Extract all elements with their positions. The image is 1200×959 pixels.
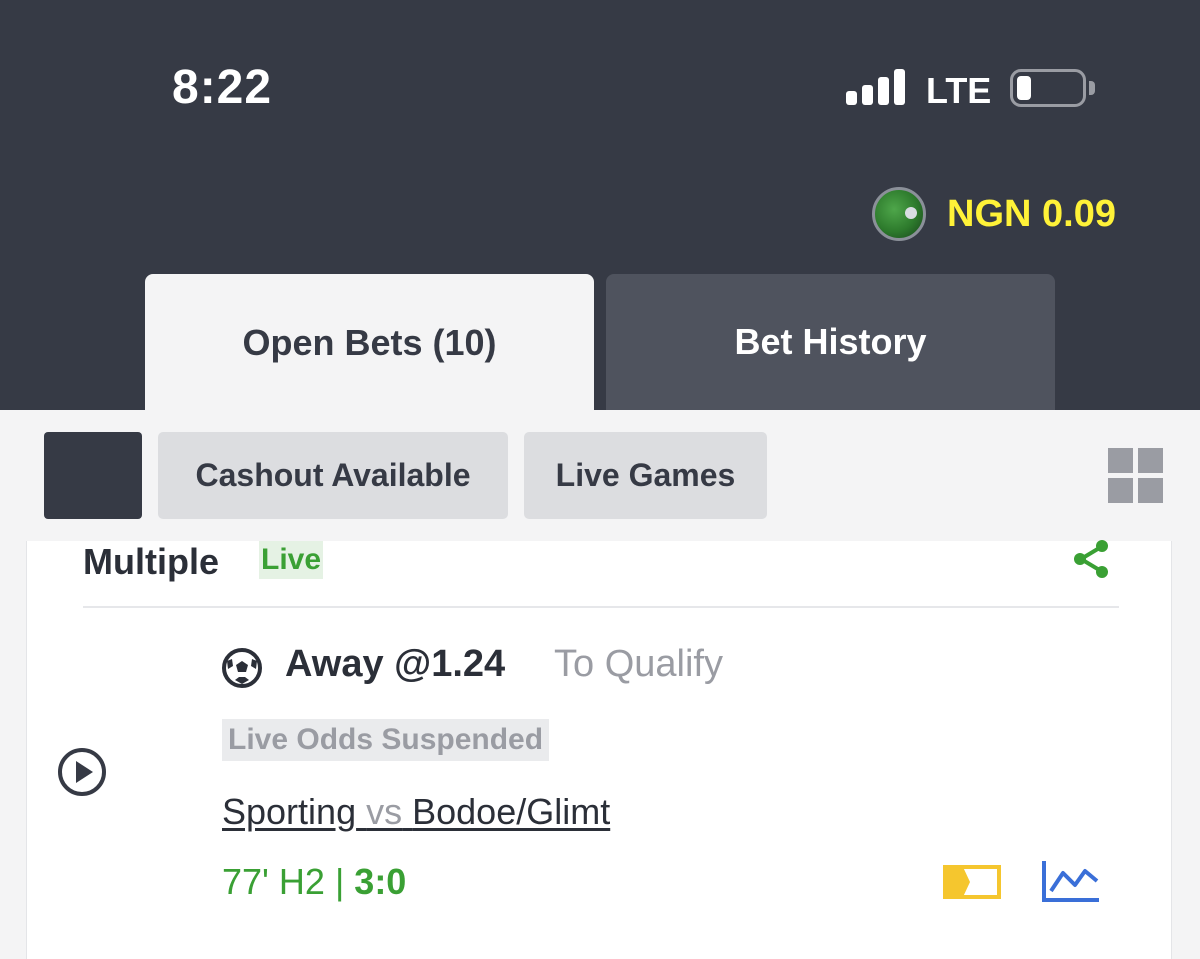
vs-label: vs: [366, 791, 403, 832]
match-time: 77' H2 |: [222, 861, 355, 902]
bet-market: To Qualify: [554, 643, 723, 685]
tab-open-bets-label: Open Bets (10): [242, 321, 497, 363]
status-time: 8:22: [172, 61, 273, 114]
filter-all-button[interactable]: [44, 432, 142, 519]
bet-type-title: Multiple: [83, 541, 219, 582]
bet-card[interactable]: Multiple Live Away @1.24 To Qualify Live…: [26, 539, 1172, 959]
share-icon[interactable]: [1071, 539, 1113, 579]
home-team: Sporting: [222, 791, 357, 832]
tab-bet-history[interactable]: Bet History: [606, 274, 1055, 410]
stats-chart-icon[interactable]: [1041, 859, 1101, 903]
filter-live-games[interactable]: Live Games: [524, 432, 767, 519]
match-link[interactable]: Sporting vs Bodoe/Glimt: [222, 791, 610, 833]
battery-icon: [1010, 69, 1086, 107]
tag-icon[interactable]: [943, 865, 1001, 899]
filter-bar: Cashout Available Live Games: [0, 410, 1200, 541]
battery-cap: [1089, 81, 1095, 95]
card-divider: [83, 606, 1119, 608]
play-icon[interactable]: [57, 747, 107, 797]
account-balance[interactable]: NGN 0.09: [947, 193, 1116, 236]
network-label: LTE: [926, 70, 992, 111]
football-icon: [222, 648, 262, 688]
odds-status-badge: Live Odds Suspended: [222, 719, 550, 761]
filter-cashout-label: Cashout Available: [195, 457, 471, 493]
away-team: Bodoe/Glimt: [412, 791, 611, 832]
grid-view-icon[interactable]: [1108, 448, 1163, 503]
tab-open-bets[interactable]: Open Bets (10): [145, 274, 594, 411]
live-badge: Live: [259, 541, 324, 579]
filter-live-games-label: Live Games: [555, 457, 736, 493]
filter-cashout-available[interactable]: Cashout Available: [158, 432, 508, 519]
coin-icon[interactable]: [872, 187, 926, 241]
signal-icon: [846, 69, 906, 105]
match-clock: 77' H2 | 3:0: [222, 861, 406, 903]
bet-selection: Away @1.24: [285, 643, 506, 685]
match-score: 3:0: [354, 861, 407, 902]
app-header: 8:22 LTE NGN 0.09 Open Bets (10) Bet His…: [0, 0, 1200, 411]
tab-bet-history-label: Bet History: [734, 321, 927, 362]
